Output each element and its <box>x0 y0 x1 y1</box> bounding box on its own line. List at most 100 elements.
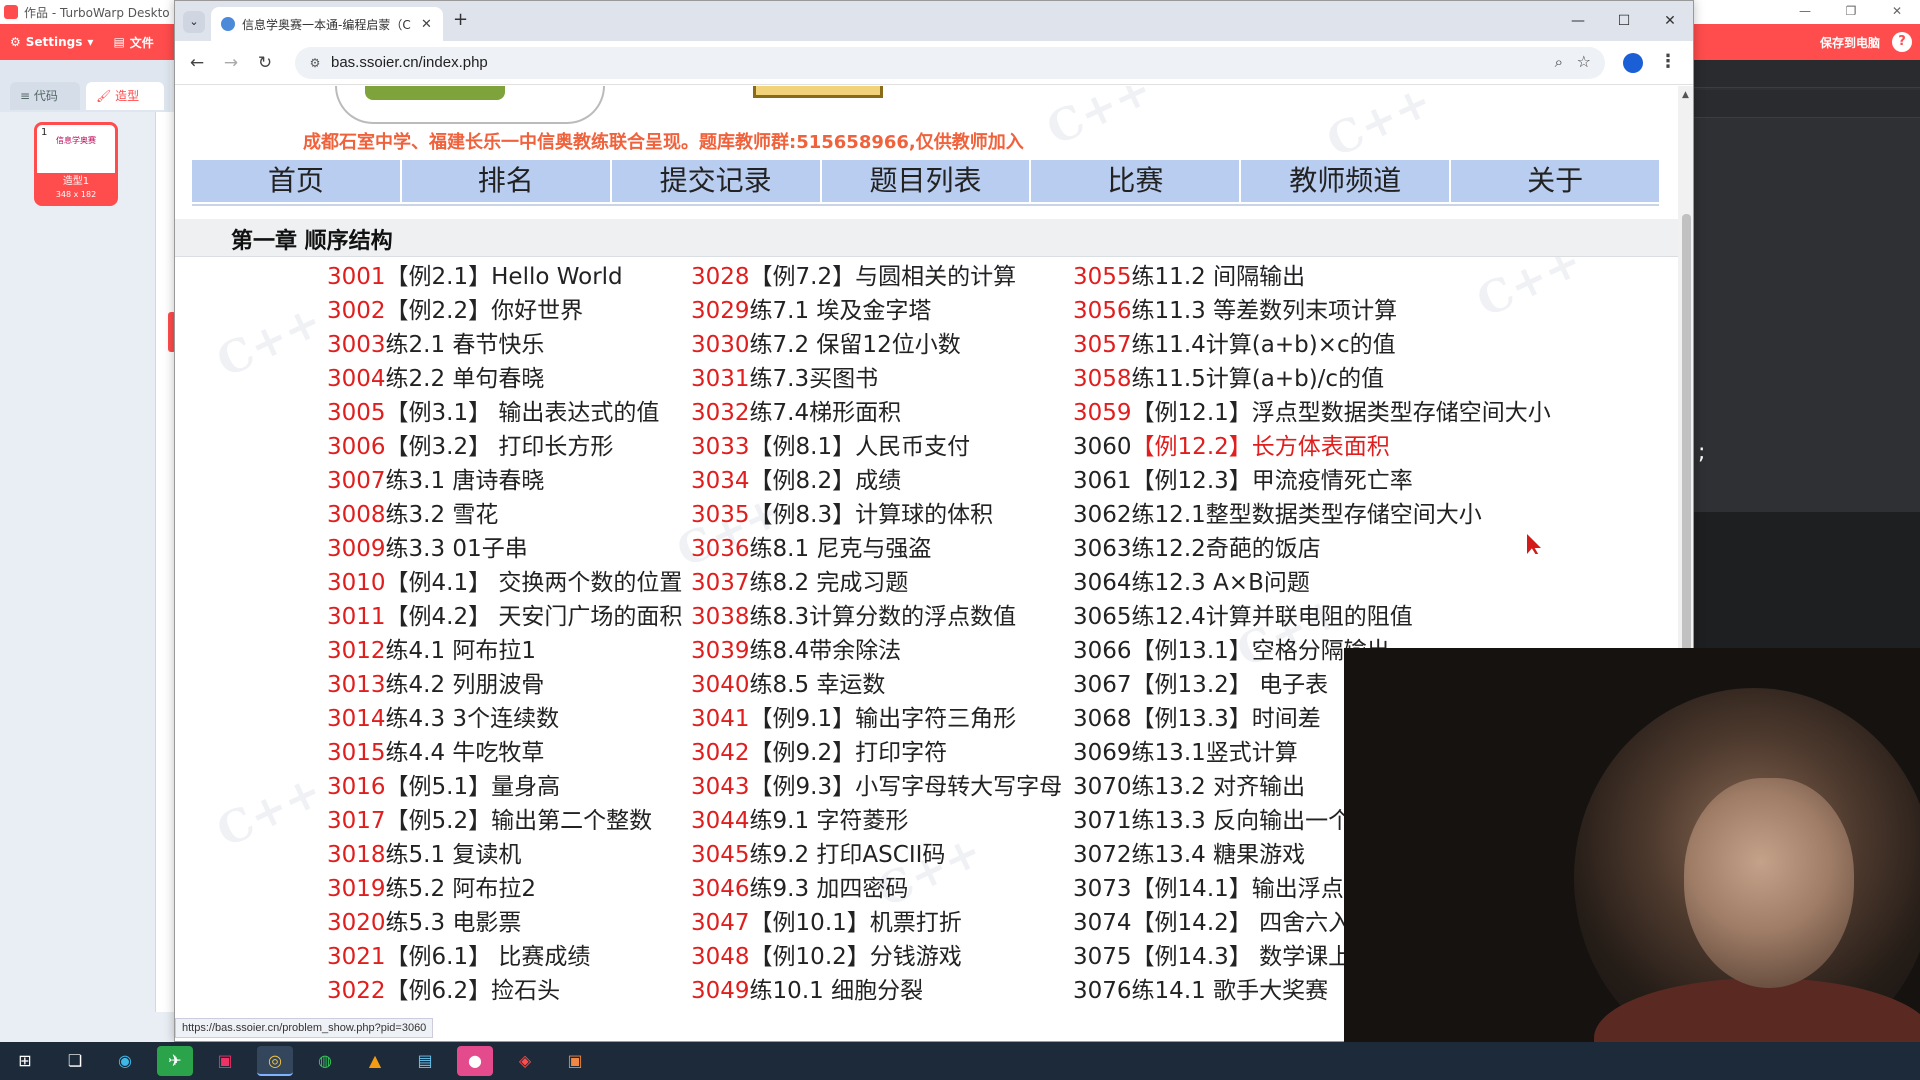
problem-id[interactable]: 3017 <box>327 808 386 834</box>
problem-title[interactable]: 练8.2 完成习题 <box>750 570 909 596</box>
problem-id[interactable]: 3040 <box>691 672 750 698</box>
problem-title[interactable]: 练12.1整型数据类型存储空间大小 <box>1132 502 1482 528</box>
problem-id[interactable]: 3041 <box>691 706 750 732</box>
problem-title[interactable]: 【例9.1】输出字符三角形 <box>750 706 1017 732</box>
problem-title[interactable]: 【例14.1】输出浮点 <box>1132 876 1344 902</box>
problem-id[interactable]: 3022 <box>327 978 386 1004</box>
problem-id[interactable]: 3039 <box>691 638 750 664</box>
problem-title[interactable]: 【例10.1】机票打折 <box>750 910 962 936</box>
problem-id[interactable]: 3060 <box>1073 434 1132 460</box>
problem-item[interactable]: 3040练8.5 幸运数 <box>691 668 1075 702</box>
tab-search-icon[interactable]: ⌄ <box>183 11 205 33</box>
problem-id[interactable]: 3009 <box>327 536 386 562</box>
problem-title[interactable]: 练4.2 列朋波骨 <box>386 672 545 698</box>
problem-title[interactable]: 【例3.2】 打印长方形 <box>386 434 614 460</box>
profile-avatar-icon[interactable] <box>1623 53 1643 73</box>
problem-id[interactable]: 3018 <box>327 842 386 868</box>
problem-item[interactable]: 3008练3.2 雪花 <box>327 498 695 532</box>
problem-id[interactable]: 3003 <box>327 332 386 358</box>
problem-item[interactable]: 3013练4.2 列朋波骨 <box>327 668 695 702</box>
problem-id[interactable]: 3036 <box>691 536 750 562</box>
problem-item[interactable]: 3036练8.1 尼克与强盗 <box>691 532 1075 566</box>
problem-title[interactable]: 练7.3买图书 <box>750 366 879 392</box>
problem-title[interactable]: 练8.1 尼克与强盗 <box>750 536 932 562</box>
problem-id[interactable]: 3057 <box>1073 332 1132 358</box>
problem-item[interactable]: 3017【例5.2】输出第二个整数 <box>327 804 695 838</box>
problem-id[interactable]: 3058 <box>1073 366 1132 392</box>
problem-item[interactable]: 3010【例4.1】 交换两个数的位置 <box>327 566 695 600</box>
problem-title[interactable]: 【例5.1】量身高 <box>386 774 561 800</box>
live-app-icon[interactable]: ● <box>457 1046 493 1076</box>
problem-item[interactable]: 3031练7.3买图书 <box>691 362 1075 396</box>
problem-item[interactable]: 3045练9.2 打印ASCII码 <box>691 838 1075 872</box>
problem-title[interactable]: 练3.1 唐诗春晓 <box>386 468 545 494</box>
problem-id[interactable]: 3035 <box>691 502 750 528</box>
problem-title[interactable]: 练7.4梯形面积 <box>750 400 902 426</box>
nav-home[interactable]: 首页 <box>192 160 400 202</box>
problem-item[interactable]: 3003练2.1 春节快乐 <box>327 328 695 362</box>
problem-title[interactable]: 【例12.2】长方体表面积 <box>1132 434 1390 460</box>
problem-title[interactable]: 【例5.2】输出第二个整数 <box>386 808 653 834</box>
problem-item[interactable]: 3028【例7.2】与圆相关的计算 <box>691 260 1075 294</box>
restore-icon[interactable]: ❐ <box>1828 0 1874 24</box>
reload-icon[interactable]: ↻ <box>253 51 277 75</box>
problem-title[interactable]: 【例2.1】Hello World <box>386 264 623 290</box>
problem-item[interactable]: 3049练10.1 细胞分裂 <box>691 974 1075 1008</box>
problem-item[interactable]: 3038练8.3计算分数的浮点数值 <box>691 600 1075 634</box>
problem-id[interactable]: 3043 <box>691 774 750 800</box>
problem-title[interactable]: 【例14.3】 数学课上 <box>1132 944 1352 970</box>
problem-item[interactable]: 3014练4.3 3个连续数 <box>327 702 695 736</box>
problem-id[interactable]: 3067 <box>1073 672 1132 698</box>
site-info-icon[interactable]: ⚙ <box>307 55 323 71</box>
problem-id[interactable]: 3034 <box>691 468 750 494</box>
windows-start-icon[interactable]: ⊞ <box>7 1046 43 1076</box>
problem-id[interactable]: 3063 <box>1073 536 1132 562</box>
problem-id[interactable]: 3021 <box>327 944 386 970</box>
address-url[interactable]: bas.ssoier.cn/index.php <box>331 54 488 71</box>
problem-id[interactable]: 3030 <box>691 332 750 358</box>
problem-id[interactable]: 3005 <box>327 400 386 426</box>
problem-id[interactable]: 3011 <box>327 604 386 630</box>
problem-title[interactable]: 练12.2奇葩的饭店 <box>1132 536 1321 562</box>
problem-id[interactable]: 3074 <box>1073 910 1132 936</box>
problem-title[interactable]: 【例13.3】时间差 <box>1132 706 1321 732</box>
problem-title[interactable]: 【例2.2】你好世界 <box>386 298 584 324</box>
problem-title[interactable]: 【例9.2】打印字符 <box>750 740 948 766</box>
problem-item[interactable]: 3030练7.2 保留12位小数 <box>691 328 1075 362</box>
problem-id[interactable]: 3020 <box>327 910 386 936</box>
problem-item[interactable]: 3048【例10.2】分钱游戏 <box>691 940 1075 974</box>
problem-id[interactable]: 3064 <box>1073 570 1132 596</box>
problem-item[interactable]: 3055练11.2 间隔输出 <box>1073 260 1573 294</box>
nav-contest[interactable]: 比赛 <box>1031 160 1240 202</box>
problem-item[interactable]: 3018练5.1 复读机 <box>327 838 695 872</box>
problem-id[interactable]: 3004 <box>327 366 386 392</box>
problem-id[interactable]: 3048 <box>691 944 750 970</box>
problem-title[interactable]: 练2.1 春节快乐 <box>386 332 545 358</box>
nav-teacher-channel[interactable]: 教师频道 <box>1241 160 1450 202</box>
problem-title[interactable]: 练4.4 牛吃牧草 <box>386 740 545 766</box>
problem-title[interactable]: 【例6.2】捡石头 <box>386 978 561 1004</box>
problem-id[interactable]: 3029 <box>691 298 750 324</box>
problem-title[interactable]: 【例12.1】浮点型数据类型存储空间大小 <box>1132 400 1551 426</box>
problem-item[interactable]: 3029练7.1 埃及金字塔 <box>691 294 1075 328</box>
problem-title[interactable]: 练11.5计算(a+b)/c的值 <box>1132 366 1385 392</box>
problem-title[interactable]: 练11.3 等差数列末项计算 <box>1132 298 1398 324</box>
problem-id[interactable]: 3006 <box>327 434 386 460</box>
problem-id[interactable]: 3073 <box>1073 876 1132 902</box>
problem-item[interactable]: 3019练5.2 阿布拉2 <box>327 872 695 906</box>
problem-item[interactable]: 3021【例6.1】 比赛成绩 <box>327 940 695 974</box>
problem-id[interactable]: 3046 <box>691 876 750 902</box>
problem-item[interactable]: 3037练8.2 完成习题 <box>691 566 1075 600</box>
problem-id[interactable]: 3055 <box>1073 264 1132 290</box>
problem-id[interactable]: 3056 <box>1073 298 1132 324</box>
scroll-up-icon[interactable]: ▲ <box>1682 90 1689 100</box>
problem-item[interactable]: 3011【例4.2】 天安门广场的面积 <box>327 600 695 634</box>
problem-title[interactable]: 练5.3 电影票 <box>386 910 522 936</box>
problem-title[interactable]: 练4.3 3个连续数 <box>386 706 560 732</box>
problem-title[interactable]: 练12.3 A×B问题 <box>1132 570 1310 596</box>
close-icon[interactable]: ✕ <box>1647 1 1693 41</box>
problem-item[interactable]: 3006【例3.2】 打印长方形 <box>327 430 695 464</box>
problem-item[interactable]: 3007练3.1 唐诗春晓 <box>327 464 695 498</box>
problem-title[interactable]: 练5.1 复读机 <box>386 842 522 868</box>
problem-id[interactable]: 3010 <box>327 570 386 596</box>
